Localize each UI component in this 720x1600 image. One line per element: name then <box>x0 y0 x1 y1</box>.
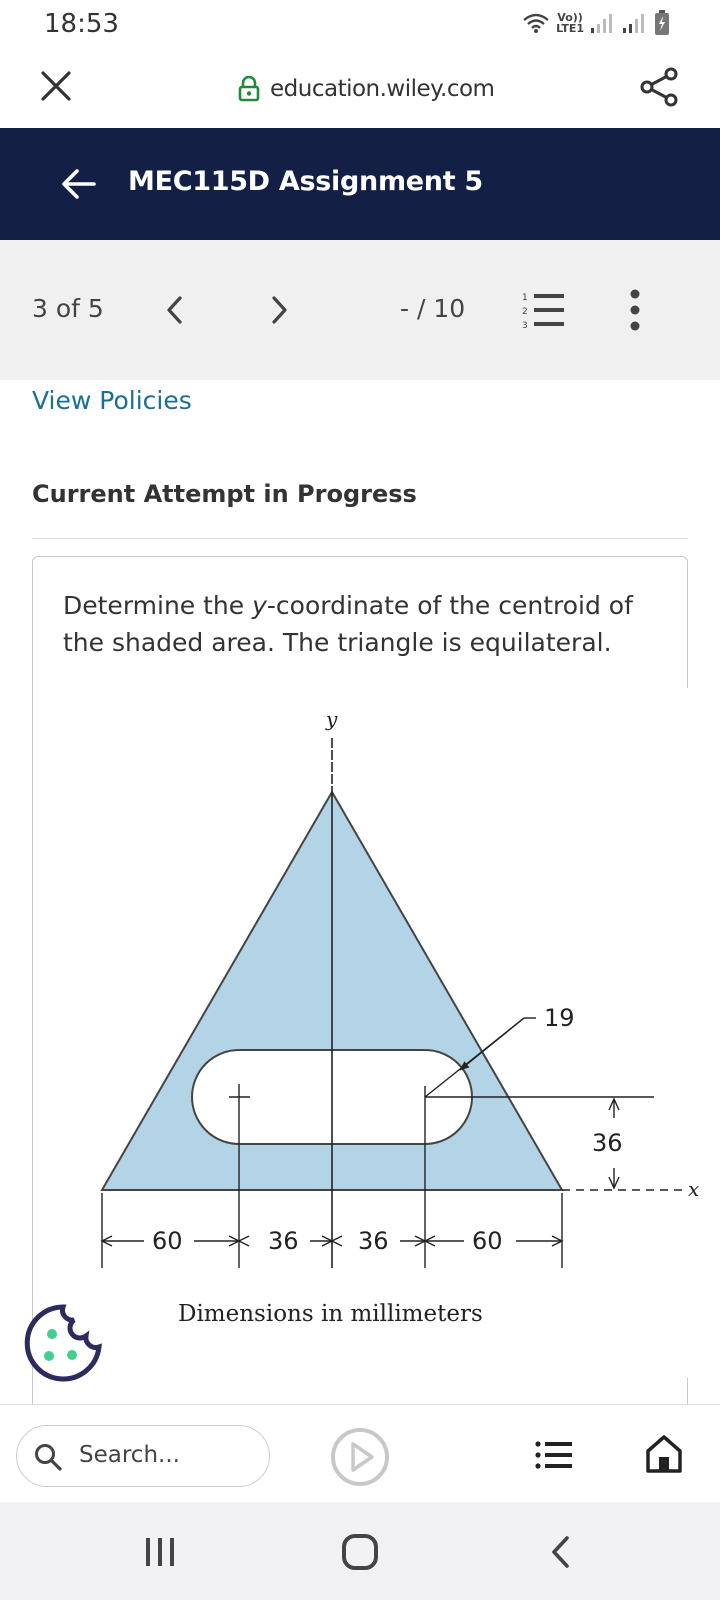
signal-icon-2 <box>623 14 644 33</box>
url-display[interactable]: education.wiley.com <box>238 76 495 102</box>
more-vertical-icon[interactable] <box>628 288 642 332</box>
y-axis-label: y <box>325 707 338 731</box>
dim-4: 60 <box>472 1227 503 1255</box>
android-nav-bar <box>0 1502 720 1600</box>
view-policies-link[interactable]: View Policies <box>32 386 192 415</box>
network-line-lte: LTE1 <box>556 22 584 35</box>
android-home-icon[interactable] <box>340 1532 380 1572</box>
list-icon[interactable] <box>534 1435 574 1475</box>
bottom-toolbar: Search... <box>0 1404 720 1502</box>
chevron-right-icon[interactable] <box>266 292 292 328</box>
dim-2: 36 <box>268 1227 299 1255</box>
numbered-list-icon[interactable]: 1 2 3 <box>522 290 566 330</box>
dim-3: 36 <box>358 1227 389 1255</box>
share-icon[interactable] <box>638 66 680 108</box>
height-label: 36 <box>592 1129 623 1157</box>
battery-icon <box>655 10 669 35</box>
android-back-icon[interactable] <box>548 1534 574 1570</box>
dim-1: 60 <box>152 1227 183 1255</box>
search-icon <box>35 1444 62 1471</box>
question-position: 3 of 5 <box>32 294 104 323</box>
problem-figure: y x 19 36 60 36 36 60 Dimensions in mill… <box>64 688 720 1378</box>
svg-text:1: 1 <box>522 293 528 303</box>
svg-text:2: 2 <box>522 307 528 317</box>
svg-text:3: 3 <box>522 321 528 330</box>
x-axis-label: x <box>688 1177 699 1201</box>
lock-icon <box>238 76 260 102</box>
close-icon[interactable] <box>38 68 74 104</box>
question-text-var: y <box>252 591 267 620</box>
status-bar: 18:53 Vo)) LTE1 <box>0 0 720 50</box>
page-title: MEC115D Assignment 5 <box>128 166 483 197</box>
browser-bar: education.wiley.com <box>0 50 720 128</box>
status-icons: Vo)) LTE1 <box>522 10 670 36</box>
question-text-before: Determine the <box>63 591 253 620</box>
play-icon[interactable] <box>330 1427 390 1487</box>
app-header: MEC115D Assignment 5 <box>0 128 720 240</box>
status-time: 18:53 <box>44 9 119 39</box>
figure-svg: y x 19 36 60 36 36 60 Dimensions in mill… <box>100 707 699 1327</box>
figure-caption: Dimensions in millimeters <box>178 1301 483 1327</box>
network-type: Vo)) LTE1 <box>556 12 584 34</box>
search-placeholder: Search... <box>79 1442 180 1468</box>
recents-icon[interactable] <box>142 1534 178 1570</box>
search-input[interactable]: Search... <box>16 1425 270 1487</box>
attempt-title: Current Attempt in Progress <box>32 480 417 508</box>
wifi-icon <box>523 13 549 33</box>
divider <box>32 538 688 539</box>
signal-icon <box>591 14 612 33</box>
chevron-left-icon[interactable] <box>162 292 188 328</box>
url-text: education.wiley.com <box>270 76 495 102</box>
radius-label: 19 <box>544 1004 575 1032</box>
question-nav: 3 of 5 - / 10 1 2 3 <box>0 240 720 380</box>
home-icon[interactable] <box>644 1433 684 1475</box>
question-text: Determine the y-coordinate of the centro… <box>63 587 663 661</box>
cookie-settings-icon[interactable] <box>22 1302 104 1384</box>
question-score: - / 10 <box>400 294 466 323</box>
back-arrow-icon[interactable] <box>60 166 98 202</box>
